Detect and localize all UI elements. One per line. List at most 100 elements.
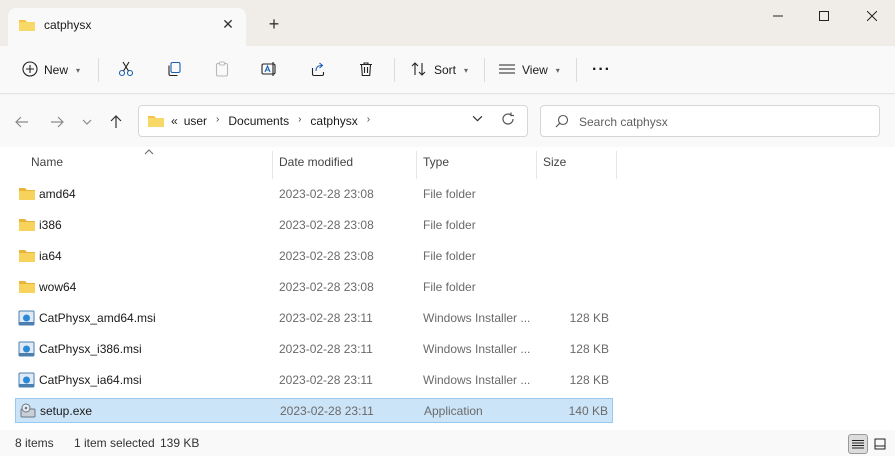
close-tab-icon[interactable]: ✕: [218, 14, 238, 34]
chevron-down-icon: ▾: [76, 65, 81, 75]
file-name: amd64: [39, 187, 76, 201]
command-bar: New ▾ Sort ▾ View ▾ ···: [0, 46, 895, 94]
table-row[interactable]: CatPhysx_amd64.msi 2023-02-28 23:11 Wind…: [15, 306, 613, 331]
chevron-right-icon[interactable]: ›: [362, 114, 375, 128]
table-row[interactable]: CatPhysx_i386.msi 2023-02-28 23:11 Windo…: [15, 337, 613, 362]
sort-label: Sort: [434, 63, 457, 77]
tab-catphysx[interactable]: catphysx ✕: [8, 8, 246, 46]
file-name: wow64: [39, 280, 77, 294]
file-type: Application: [424, 404, 483, 418]
breadcrumb-documents[interactable]: Documents: [224, 114, 293, 128]
column-divider[interactable]: [536, 151, 537, 179]
cut-button[interactable]: [110, 54, 142, 86]
column-divider[interactable]: [616, 151, 617, 179]
msi-icon: [18, 341, 36, 360]
file-size: 128 KB: [569, 342, 609, 356]
file-name: i386: [39, 218, 62, 232]
breadcrumb: « user › Documents › catphysx ›: [169, 114, 375, 128]
column-header-size[interactable]: Size: [543, 155, 566, 169]
file-size: 140 KB: [568, 404, 608, 418]
status-bar: 8 items 1 item selected 139 KB: [0, 430, 895, 456]
table-row-selected[interactable]: setup.exe 2023-02-28 23:11 Application 1…: [15, 398, 613, 423]
search-box[interactable]: [540, 105, 880, 137]
breadcrumb-catphysx[interactable]: catphysx: [306, 114, 361, 128]
back-arrow-icon[interactable]: [11, 111, 33, 133]
view-list-icon: [498, 61, 516, 80]
new-tab-button[interactable]: +: [262, 12, 286, 36]
file-date: 2023-02-28 23:08: [279, 280, 374, 294]
more-options-button[interactable]: ···: [584, 54, 619, 86]
recent-locations-chevron-icon[interactable]: [76, 111, 98, 133]
search-icon: [555, 114, 569, 131]
file-date: 2023-02-28 23:11: [279, 311, 373, 325]
maximize-icon[interactable]: [801, 0, 847, 32]
file-type: File folder: [423, 218, 476, 232]
table-row[interactable]: i386 2023-02-28 23:08 File folder: [15, 213, 613, 238]
navigation-bar: « user › Documents › catphysx ›: [0, 95, 895, 147]
forward-arrow-icon[interactable]: [46, 111, 68, 133]
item-count: 8 items: [15, 436, 54, 450]
copy-button[interactable]: [158, 54, 190, 86]
clipboard-icon: [214, 61, 230, 80]
scissors-icon: [118, 61, 134, 80]
chevron-down-icon: ▾: [555, 65, 560, 75]
breadcrumb-user[interactable]: user: [180, 114, 211, 128]
file-date: 2023-02-28 23:11: [279, 342, 373, 356]
selection-size: 139 KB: [160, 436, 200, 450]
breadcrumb-overflow[interactable]: «: [169, 114, 180, 128]
new-label: New: [44, 63, 69, 77]
sort-button[interactable]: Sort ▾: [402, 54, 476, 86]
minimize-icon[interactable]: [755, 0, 801, 32]
table-row[interactable]: wow64 2023-02-28 23:08 File folder: [15, 275, 613, 300]
file-type: File folder: [423, 280, 476, 294]
folder-icon: [18, 279, 36, 298]
chevron-right-icon[interactable]: ›: [293, 114, 306, 128]
file-type: Windows Installer ...: [423, 373, 531, 387]
folder-icon: [18, 17, 36, 36]
tab-title: catphysx: [44, 18, 92, 32]
file-date: 2023-02-28 23:08: [279, 249, 374, 263]
share-icon: [310, 61, 326, 80]
divider: [484, 58, 485, 82]
close-window-icon[interactable]: [849, 0, 895, 32]
new-button[interactable]: New ▾: [14, 54, 88, 86]
file-size: 128 KB: [569, 373, 609, 387]
divider: [98, 58, 99, 82]
address-bar[interactable]: « user › Documents › catphysx ›: [138, 105, 528, 137]
column-headers: Name Date modified Type Size: [0, 151, 895, 179]
share-button[interactable]: [302, 54, 334, 86]
tiles-view-icon[interactable]: [870, 434, 890, 454]
copy-icon: [166, 61, 182, 80]
file-type: File folder: [423, 249, 476, 263]
sort-icon: [410, 61, 428, 80]
column-header-date[interactable]: Date modified: [279, 155, 353, 169]
delete-button[interactable]: [350, 54, 382, 86]
table-row[interactable]: CatPhysx_ia64.msi 2023-02-28 23:11 Windo…: [15, 368, 613, 393]
column-divider[interactable]: [416, 151, 417, 179]
file-name: setup.exe: [40, 404, 93, 418]
file-type: File folder: [423, 187, 476, 201]
file-list: Name Date modified Type Size amd64 2023-…: [0, 147, 895, 430]
table-row[interactable]: amd64 2023-02-28 23:08 File folder: [15, 182, 613, 207]
up-arrow-icon[interactable]: [105, 111, 127, 133]
divider: [394, 58, 395, 82]
column-header-type[interactable]: Type: [423, 155, 449, 169]
details-view-icon[interactable]: [848, 434, 868, 454]
search-input[interactable]: [579, 112, 869, 132]
folder-icon: [18, 186, 36, 205]
file-date: 2023-02-28 23:08: [279, 218, 374, 232]
view-button[interactable]: View ▾: [490, 54, 568, 86]
chevron-right-icon[interactable]: ›: [211, 114, 224, 128]
table-row[interactable]: ia64 2023-02-28 23:08 File folder: [15, 244, 613, 269]
file-name: CatPhysx_amd64.msi: [39, 311, 156, 325]
column-header-name[interactable]: Name: [31, 155, 63, 169]
rename-button[interactable]: [253, 54, 287, 86]
divider: [576, 58, 577, 82]
paste-button[interactable]: [206, 54, 238, 86]
column-divider[interactable]: [272, 151, 273, 179]
refresh-icon[interactable]: [501, 112, 515, 129]
file-type: Windows Installer ...: [423, 311, 531, 325]
file-date: 2023-02-28 23:11: [280, 404, 374, 418]
address-history-chevron-icon[interactable]: [472, 113, 483, 127]
selection-count: 1 item selected: [74, 436, 155, 450]
